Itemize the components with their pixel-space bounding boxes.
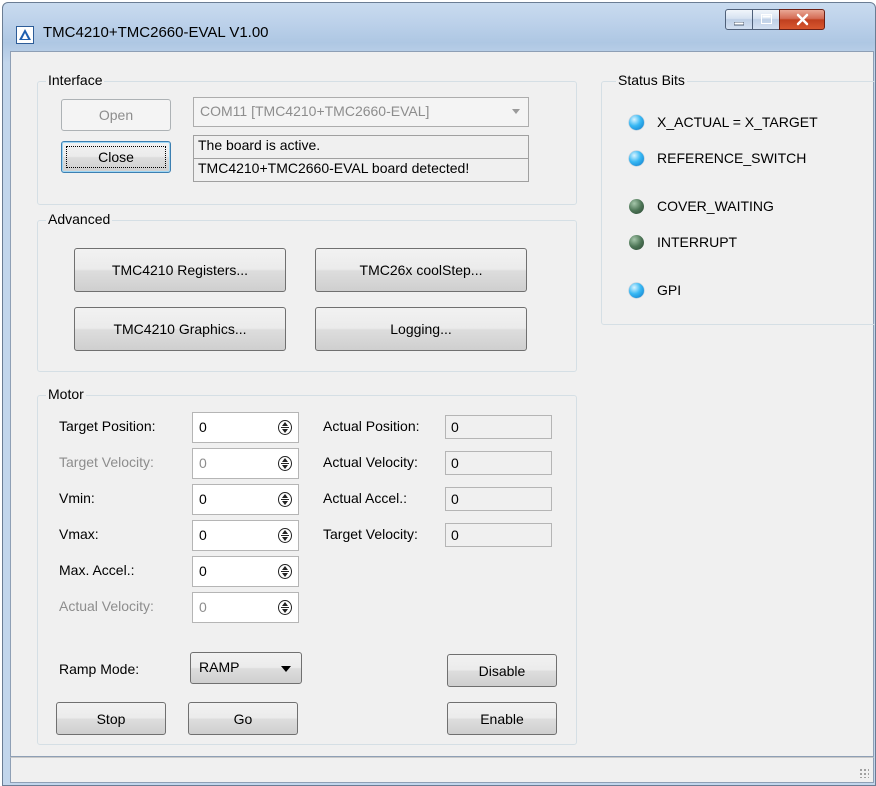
vmax-input[interactable]: 0 [192,520,299,551]
app-logo-icon[interactable] [16,26,34,44]
disable-label: Disable [478,662,526,679]
vmin-input[interactable]: 0 [192,484,299,515]
graphics-button[interactable]: TMC4210 Graphics... [74,307,286,351]
app-window: TMC4210+TMC2660-EVAL V1.00 Interface Ope… [2,2,876,786]
coolstep-label: TMC26x coolStep... [359,262,483,278]
graphics-label: TMC4210 Graphics... [113,321,247,337]
client-area: Interface Open Close COM11 [TMC4210+TMC2… [10,51,875,757]
enable-button[interactable]: Enable [447,702,557,735]
actual-velocity-readout: 0 [445,451,552,475]
maximize-button[interactable] [752,9,780,30]
enable-label: Enable [480,710,524,727]
maximize-icon [761,14,772,24]
logging-button[interactable]: Logging... [315,307,527,351]
spin-arrows-icon[interactable] [278,420,292,435]
status-led-reference-switch [629,151,644,166]
actual-velocity-input[interactable]: 0 [192,592,299,623]
status-label-cover-waiting: COVER_WAITING [657,198,774,214]
interface-legend: Interface [46,72,105,88]
minimize-button[interactable] [725,9,753,30]
motor-group: Motor Target Position: 0 Target Velocity… [37,386,577,745]
actual-position-readout-label: Actual Position: [323,418,420,434]
target-velocity-input[interactable]: 0 [192,448,299,479]
max-accel-input[interactable]: 0 [192,556,299,587]
status-label-interrupt: INTERRUPT [657,234,738,250]
status-led-cover-waiting [629,199,644,214]
target-position-label: Target Position: [59,418,156,434]
go-button[interactable]: Go [188,702,298,735]
open-button[interactable]: Open [61,99,171,131]
motor-legend: Motor [46,386,86,402]
vmin-value: 0 [199,491,207,507]
title-bar[interactable]: TMC4210+TMC2660-EVAL V1.00 [3,3,875,53]
port-value: COM11 [TMC4210+TMC2660-EVAL] [200,103,430,119]
coolstep-button[interactable]: TMC26x coolStep... [315,248,527,292]
spin-arrows-icon[interactable] [278,600,292,615]
status-label-x-actual: X_ACTUAL = X_TARGET [657,114,818,130]
status-led-x-actual [629,115,644,130]
status-bits-group: Status Bits X_ACTUAL = X_TARGET REFERENC… [601,72,875,325]
actual-position-readout: 0 [445,415,552,439]
minimize-icon [734,22,744,26]
actual-accel-readout: 0 [445,487,552,511]
board-status-line-1: The board is active. [193,135,529,159]
status-bar [10,757,874,783]
target-velocity-readout: 0 [445,523,552,547]
vmin-label: Vmin: [59,490,95,506]
ramp-mode-label: Ramp Mode: [59,661,140,677]
spin-arrows-icon[interactable] [278,456,292,471]
close-window-button[interactable] [779,9,825,30]
stop-button[interactable]: Stop [56,702,166,735]
ramp-mode-value: RAMP [199,659,240,675]
status-label-reference-switch: REFERENCE_SWITCH [657,150,807,166]
actual-velocity-label: Actual Velocity: [59,598,154,614]
registers-button[interactable]: TMC4210 Registers... [74,248,286,292]
registers-label: TMC4210 Registers... [111,262,249,278]
go-label: Go [233,710,253,727]
open-label: Open [98,107,134,123]
stop-label: Stop [96,710,126,727]
spin-arrows-icon[interactable] [278,528,292,543]
spin-arrows-icon[interactable] [278,564,292,579]
status-led-gpi [629,283,644,298]
actual-velocity-value: 0 [199,599,207,615]
target-position-value: 0 [199,419,207,435]
spin-arrows-icon[interactable] [278,492,292,507]
advanced-legend: Advanced [46,211,113,227]
chevron-down-icon [512,109,520,114]
interface-group: Interface Open Close COM11 [TMC4210+TMC2… [37,72,577,205]
vmax-value: 0 [199,527,207,543]
status-label-gpi: GPI [657,282,682,298]
max-accel-value: 0 [199,563,207,579]
status-bits-legend: Status Bits [616,72,687,88]
target-velocity-readout-label: Target Velocity: [323,526,418,542]
logging-label: Logging... [390,321,452,337]
actual-velocity-readout-label: Actual Velocity: [323,454,418,470]
port-select[interactable]: COM11 [TMC4210+TMC2660-EVAL] [193,97,529,127]
target-velocity-label: Target Velocity: [59,454,154,470]
focus-ring [66,146,166,168]
vmax-label: Vmax: [59,526,99,542]
chevron-down-icon [281,666,291,672]
disable-button[interactable]: Disable [447,654,557,687]
close-button[interactable]: Close [61,141,171,173]
actual-accel-readout-label: Actual Accel.: [323,490,408,506]
resize-grip-icon[interactable] [859,768,869,778]
window-title: TMC4210+TMC2660-EVAL V1.00 [43,24,269,41]
max-accel-label: Max. Accel.: [59,562,135,578]
target-velocity-value: 0 [199,455,207,471]
status-led-interrupt [629,235,644,250]
target-position-input[interactable]: 0 [192,412,299,443]
board-status-line-2: TMC4210+TMC2660-EVAL board detected! [193,158,529,182]
close-icon [796,13,809,26]
ramp-mode-select[interactable]: RAMP [190,652,302,684]
advanced-group: Advanced TMC4210 Registers... TMC26x coo… [37,211,577,372]
